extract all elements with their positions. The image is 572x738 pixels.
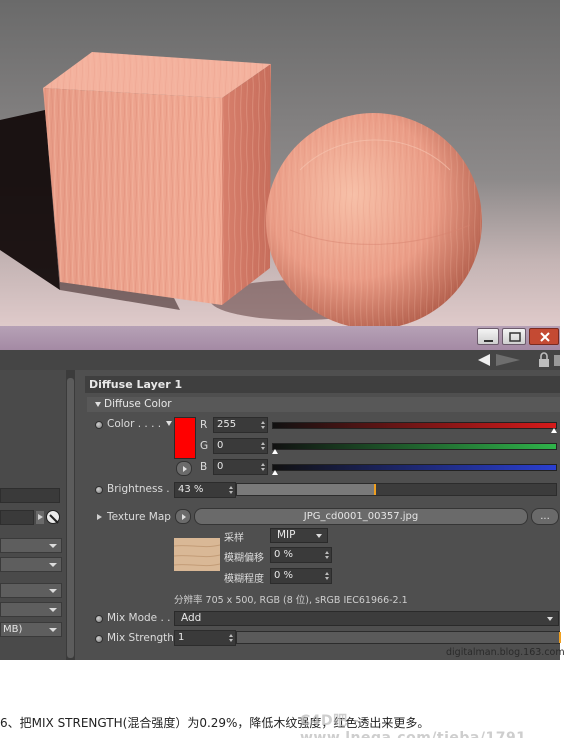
color-label: Color . . . . [107, 418, 162, 430]
texture-map-label: Texture Map [107, 511, 171, 523]
window-titlebar [0, 326, 560, 350]
channel-g-value: 0 [217, 440, 224, 451]
section-title: Diffuse Color [104, 398, 172, 410]
brightness-keyframe-dot[interactable] [95, 486, 103, 494]
left-dropdown-5[interactable]: MB) [0, 622, 62, 637]
c4d-watermark: C4D吧 - www.lnega.com/tieba/1791 [300, 713, 527, 738]
channel-g-slider[interactable] [272, 443, 557, 450]
channel-b-knob[interactable] [272, 470, 278, 475]
texture-info: 分辨率 705 x 500, RGB (8 位), sRGB IEC61966-… [174, 595, 408, 606]
layer-title: Diffuse Layer 1 [89, 378, 183, 391]
brightness-slider-marker[interactable] [374, 484, 377, 495]
left-field[interactable] [0, 488, 60, 503]
site-watermark: digitalman.blog.163.com [446, 647, 565, 658]
channel-r-label: R [200, 419, 208, 431]
minimize-icon [484, 340, 493, 342]
mix-strength-value: 1 [178, 632, 185, 643]
mix-strength-slider-marker[interactable] [559, 632, 561, 643]
texture-thumbnail [173, 538, 221, 571]
blur-offset-input[interactable]: 0 % [270, 547, 332, 563]
blur-scale-label: 模糊程度 [224, 574, 264, 585]
texture-menu-button[interactable] [175, 509, 191, 524]
object-manager-panel: MB) [0, 370, 66, 660]
blur-scale-input[interactable]: 0 % [270, 568, 332, 584]
mix-strength-keyframe-dot[interactable] [95, 635, 103, 643]
blur-offset-value: 0 % [274, 549, 294, 560]
material-attributes-panel: Diffuse Layer 1 Diffuse Color Color . . … [75, 370, 561, 660]
diffuse-color-section-header[interactable]: Diffuse Color [87, 397, 560, 412]
channel-b-slider[interactable] [272, 464, 557, 471]
channel-g-input[interactable]: 0 [213, 438, 268, 454]
back-arrow-icon[interactable] [476, 353, 492, 367]
left-dropdown-2[interactable] [0, 557, 62, 572]
sampling-dropdown[interactable]: MIP [270, 528, 328, 543]
texture-browse-button[interactable]: ... [531, 508, 559, 525]
color-menu-icon[interactable] [166, 421, 172, 426]
left-scrollbar-thumb[interactable] [67, 378, 74, 658]
mix-strength-slider[interactable] [236, 631, 561, 644]
restore-icon [509, 332, 521, 342]
color-expand-button[interactable] [176, 461, 192, 476]
toolbar-icon[interactable] [553, 352, 561, 368]
brightness-slider-fill [237, 484, 376, 495]
forward-arrow-icon[interactable] [494, 353, 524, 367]
channel-g-knob[interactable] [272, 449, 278, 454]
channel-r-slider[interactable] [272, 422, 557, 429]
brightness-label: Brightness . . [107, 483, 177, 495]
texture-file-button[interactable]: JPG_cd0001_00357.jpg [194, 508, 528, 525]
restore-button[interactable] [502, 328, 526, 345]
close-icon [540, 332, 550, 342]
lock-icon[interactable] [538, 352, 550, 368]
close-button[interactable] [529, 328, 559, 345]
brightness-input[interactable]: 43 % [174, 482, 236, 498]
mix-strength-input[interactable]: 1 [174, 630, 236, 646]
brightness-value: 43 % [178, 484, 204, 495]
channel-r-input[interactable]: 255 [213, 417, 268, 433]
layer-header: Diffuse Layer 1 [85, 376, 560, 393]
color-keyframe-dot[interactable] [95, 421, 103, 429]
mix-mode-label: Mix Mode . . [107, 612, 171, 624]
mix-strength-label: Mix Strength [107, 632, 174, 644]
minimize-button[interactable] [477, 328, 499, 345]
channel-r-knob[interactable] [551, 428, 557, 433]
left-dropdown-4[interactable] [0, 602, 62, 617]
collapse-icon [95, 402, 101, 407]
blur-scale-value: 0 % [274, 570, 294, 581]
texture-file-name: JPG_cd0001_00357.jpg [303, 511, 419, 522]
mix-mode-value: Add [181, 612, 202, 624]
sampling-value: MIP [277, 529, 296, 541]
render-viewport [0, 0, 560, 329]
channel-b-label: B [200, 461, 208, 473]
channel-r-value: 255 [217, 419, 237, 430]
left-scrollbar[interactable] [66, 370, 75, 660]
mix-mode-dropdown[interactable]: Add [174, 611, 559, 626]
channel-b-value: 0 [217, 461, 224, 472]
left-search-input[interactable] [0, 510, 34, 525]
pick-icon[interactable] [46, 510, 60, 524]
texture-browse-label: ... [540, 511, 550, 522]
blur-offset-label: 模糊偏移 [224, 553, 264, 564]
left-dropdown-1[interactable] [0, 538, 62, 553]
left-dropdown-5-text: MB) [3, 624, 23, 635]
left-play-button[interactable] [36, 511, 44, 524]
channel-b-input[interactable]: 0 [213, 459, 268, 475]
brightness-slider[interactable] [236, 483, 557, 496]
channel-g-label: G [200, 440, 209, 452]
mix-mode-keyframe-dot[interactable] [95, 615, 103, 623]
sampling-label: 采样 [224, 533, 244, 544]
color-swatch[interactable] [174, 417, 196, 459]
attribute-toolbar [0, 350, 560, 370]
texture-expand-icon[interactable] [97, 514, 102, 520]
left-dropdown-3[interactable] [0, 583, 62, 598]
